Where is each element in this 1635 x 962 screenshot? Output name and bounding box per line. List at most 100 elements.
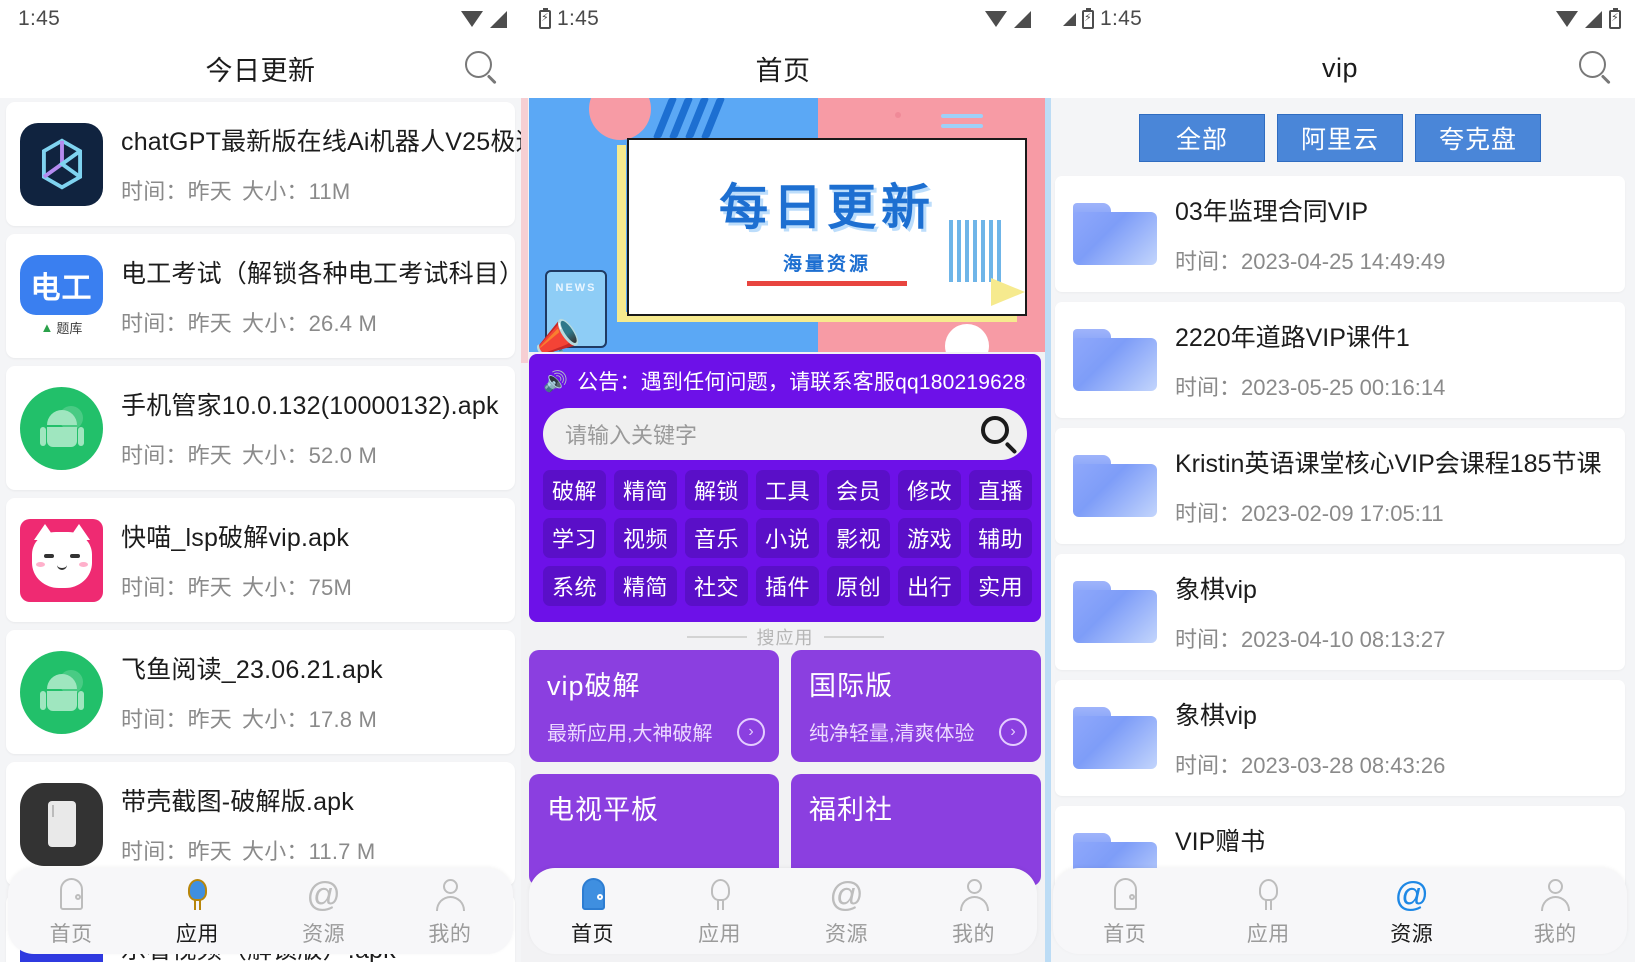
clock-label: 1:45 — [1100, 7, 1143, 30]
list-item-meta: 时间：2023-05-25 00:16:14 — [1175, 375, 1446, 400]
title-bar-mid: 首页 — [521, 38, 1045, 98]
list-item[interactable]: 手机管家10.0.132(10000132).apk 时间：昨天 大小：52.0 … — [6, 366, 515, 490]
tag-row: 系统 精简 社交 插件 原创 出行 实用 — [543, 566, 1033, 606]
promo-grid: vip破解 最新应用,大神破解 › 国际版 纯净轻量,清爽体验 › 电视平板 福… — [529, 650, 1041, 886]
nav-item-home[interactable]: 首页 — [1053, 875, 1197, 948]
clock-label: 1:45 — [18, 7, 61, 30]
android-icon — [20, 386, 103, 470]
nav-item-home[interactable]: 首页 — [8, 875, 134, 948]
filter-all-button[interactable]: 全部 — [1139, 114, 1265, 162]
app-list[interactable]: chatGPT最新版在线Ai机器人V25极速版.apk 时间：昨天大小：11M … — [0, 98, 521, 962]
chevron-right-icon: › — [737, 717, 765, 746]
nav-item-mine[interactable]: 我的 — [387, 875, 513, 948]
tag-chip[interactable]: 视频 — [614, 518, 678, 558]
tag-chip[interactable]: 插件 — [756, 566, 820, 606]
search-icon[interactable] — [465, 51, 499, 85]
home-icon — [51, 875, 91, 915]
announcement-text: 公告：遇到任何问题，请联系客服qq1802196289 — [577, 371, 1027, 394]
tag-chip[interactable]: 出行 — [898, 566, 962, 606]
speaker-icon: 🔊 — [543, 370, 569, 393]
tag-chip[interactable]: 辅助 — [969, 518, 1033, 558]
battery-charging-icon — [1609, 7, 1621, 29]
nav-item-mine[interactable]: 我的 — [1484, 875, 1628, 948]
wifi-icon — [985, 11, 1007, 27]
promo-card[interactable]: vip破解 最新应用,大神破解 › — [529, 650, 779, 762]
bottom-nav-mid[interactable]: 首页 应用 @ 资源 我的 — [529, 868, 1037, 954]
tag-chip[interactable]: 直播 — [969, 470, 1033, 510]
list-item-title: chatGPT最新版在线Ai机器人V25极速版.apk — [121, 128, 521, 156]
list-item-meta: 时间：昨天 大小：75M — [121, 575, 353, 600]
home-icon — [1105, 875, 1145, 915]
tag-chip[interactable]: 游戏 — [898, 518, 962, 558]
list-item[interactable]: Kristin英语课堂核心VIP会课程185节课 时间：2023-02-09 1… — [1055, 428, 1625, 544]
bottom-nav-left[interactable]: 首页 应用 @ 资源 我的 — [8, 868, 513, 954]
announcement-banner[interactable]: 🔊 公告：遇到任何问题，请联系客服qq1802196289 — [543, 366, 1027, 396]
resource-list[interactable]: 全部 阿里云 夸克盘 03年监理合同VIP 时间：2023-04-25 14:4… — [1045, 98, 1635, 962]
list-item-meta: 时间：2023-04-10 08:13:27 — [1175, 627, 1446, 652]
section-divider: 搜应用 — [529, 622, 1041, 652]
folder-icon — [1073, 707, 1157, 769]
bottom-nav-right[interactable]: 首页 应用 @ 资源 我的 — [1053, 868, 1627, 954]
hero-banner[interactable]: 每日更新 海量资源 NEWS 📣 — [529, 98, 1045, 352]
tag-row: 学习 视频 音乐 小说 影视 游戏 辅助 — [543, 518, 1033, 558]
list-item[interactable]: 飞鱼阅读_23.06.21.apk 时间：昨天 大小：17.8 M — [6, 630, 515, 754]
tag-chip[interactable]: 学习 — [543, 518, 607, 558]
nav-item-apps[interactable]: 应用 — [656, 875, 783, 948]
signal-icon — [1014, 10, 1031, 28]
tag-chip[interactable]: 精简 — [614, 470, 678, 510]
nav-item-apps[interactable]: 应用 — [1197, 875, 1341, 948]
promo-title: 电视平板 — [547, 795, 659, 825]
nav-label: 首页 — [49, 922, 93, 946]
filter-quark-button[interactable]: 夸克盘 — [1415, 114, 1541, 162]
page-title-mid: 首页 — [755, 55, 811, 86]
list-item[interactable]: 象棋vip 时间：2023-04-10 08:13:27 — [1055, 554, 1625, 670]
filter-aliyun-button[interactable]: 阿里云 — [1277, 114, 1403, 162]
tag-chip[interactable]: 影视 — [827, 518, 891, 558]
promo-title: 福利社 — [809, 795, 893, 825]
search-icon[interactable] — [977, 412, 1021, 456]
bulb-icon — [177, 875, 217, 915]
banner-headline: 每日更新 — [718, 181, 935, 235]
nav-item-resources[interactable]: @ 资源 — [783, 875, 910, 948]
list-item[interactable]: 电工 ▲题库 电工考试（解锁各种电工考试科目）.apk 时间：昨天大小：26.4… — [6, 234, 521, 358]
tag-cloud[interactable]: 破解 精简 解锁 工具 会员 修改 直播 学习 视频 音乐 小说 影视 游戏 辅… — [543, 470, 1033, 606]
tag-chip[interactable]: 社交 — [685, 566, 749, 606]
tag-chip[interactable]: 解锁 — [685, 470, 749, 510]
search-bar[interactable]: 请输入关键字 — [543, 408, 1027, 460]
tag-chip[interactable]: 音乐 — [685, 518, 749, 558]
tag-chip[interactable]: 原创 — [827, 566, 891, 606]
tag-chip[interactable]: 破解 — [543, 470, 607, 510]
list-item[interactable]: 象棋vip 时间：2023-03-28 08:43:26 — [1055, 680, 1625, 796]
tag-chip[interactable]: 会员 — [827, 470, 891, 510]
wifi-icon — [461, 11, 483, 27]
list-item-title: 象棋vip — [1175, 576, 1257, 604]
list-item[interactable]: chatGPT最新版在线Ai机器人V25极速版.apk 时间：昨天大小：11M — [6, 102, 521, 226]
nav-item-mine[interactable]: 我的 — [910, 875, 1037, 948]
tag-chip[interactable]: 小说 — [756, 518, 820, 558]
chevron-right-icon: › — [999, 717, 1027, 746]
at-icon: @ — [306, 875, 341, 914]
promo-card[interactable]: 国际版 纯净轻量,清爽体验 › — [791, 650, 1041, 762]
nav-item-resources[interactable]: @ 资源 — [1340, 875, 1484, 948]
tag-chip[interactable]: 精简 — [614, 566, 678, 606]
search-icon[interactable] — [1579, 51, 1613, 85]
phone-screen-app-list: 1:45 今日更新 chatGPT最新版在线Ai机器人V25极 时间：昨天 大小… — [0, 0, 521, 962]
page-title-left: 今日更新 — [205, 55, 316, 86]
tag-chip[interactable]: 系统 — [543, 566, 607, 606]
nav-item-home[interactable]: 首页 — [529, 875, 656, 948]
three-phone-screenshots: 1:45 今日更新 chatGPT最新版在线Ai机器人V25极 时间：昨天 大小… — [0, 0, 1635, 962]
status-time-left: 1:45 — [18, 7, 60, 31]
tag-chip[interactable]: 修改 — [898, 470, 962, 510]
list-item[interactable]: 2220年道路VIP课件1 时间：2023-05-25 00:16:14 — [1055, 302, 1625, 418]
filter-bar[interactable]: 全部 阿里云 夸克盘 — [1055, 104, 1625, 176]
list-item[interactable]: 快喵_lsp破解vip.apk 时间：昨天 大小：75M — [6, 498, 515, 622]
search-input[interactable]: 请输入关键字 — [565, 418, 977, 450]
list-item[interactable]: 03年监理合同VIP 时间：2023-04-25 14:49:49 — [1055, 176, 1625, 292]
nav-item-resources[interactable]: @ 资源 — [261, 875, 387, 948]
left-edge-rail — [1045, 98, 1051, 962]
status-time-mid: 1:45 — [539, 7, 599, 31]
status-bar-mid: 1:45 — [521, 0, 1045, 38]
nav-item-apps[interactable]: 应用 — [134, 875, 260, 948]
tag-chip[interactable]: 实用 — [969, 566, 1033, 606]
tag-chip[interactable]: 工具 — [756, 470, 820, 510]
